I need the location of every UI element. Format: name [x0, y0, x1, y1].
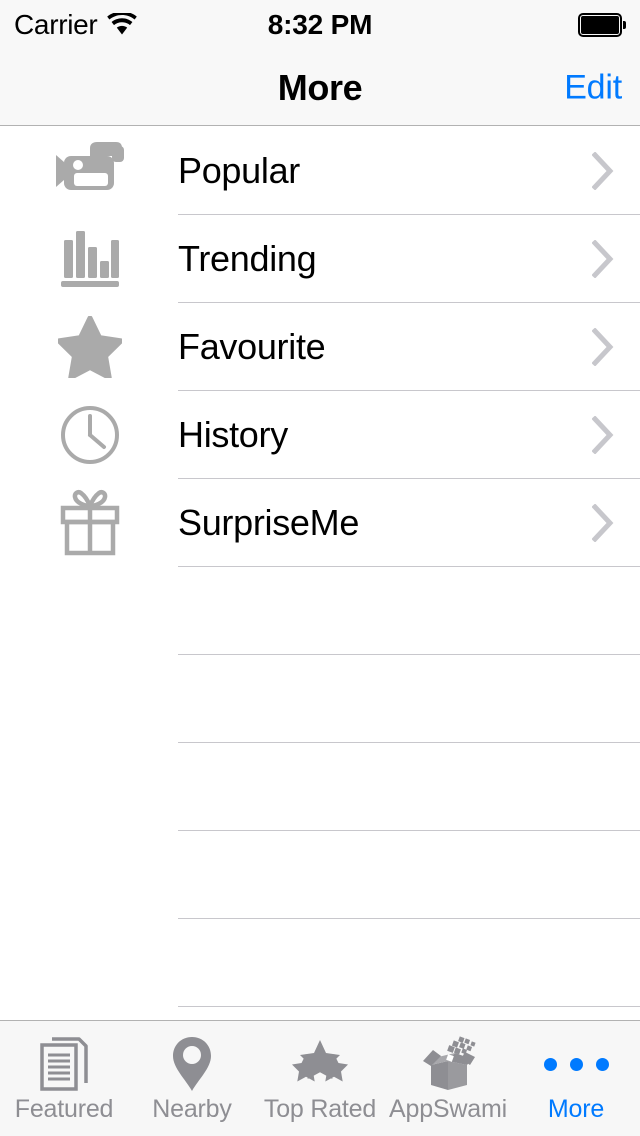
tab-top-rated[interactable]: Top Rated — [256, 1021, 384, 1136]
list-item-label: Favourite — [178, 326, 326, 367]
video-camera-icon — [48, 135, 132, 207]
edit-button[interactable]: Edit — [564, 68, 622, 107]
empty-row — [0, 655, 640, 743]
carrier-label: Carrier — [14, 9, 98, 40]
tab-label: Featured — [14, 1095, 114, 1123]
list-item-popular[interactable]: Popular — [0, 127, 640, 215]
tab-label: AppSwami — [389, 1095, 507, 1123]
list-item-label: History — [178, 414, 288, 455]
clock-label: 8:32 PM — [267, 9, 373, 40]
wifi-icon — [107, 11, 138, 37]
stars-icon — [288, 1035, 352, 1093]
tab-appswami[interactable]: AppSwami — [384, 1021, 512, 1136]
tab-more[interactable]: More — [512, 1021, 640, 1136]
chevron-right-icon — [591, 503, 614, 543]
tab-label: More — [547, 1095, 605, 1123]
status-bar: Carrier 8:32 PM — [0, 0, 640, 50]
ellipsis-icon — [543, 1035, 609, 1093]
tab-label: Top Rated — [263, 1095, 377, 1123]
empty-row — [0, 831, 640, 919]
list-item-favourite[interactable]: Favourite — [0, 303, 640, 391]
gift-icon — [48, 487, 132, 559]
chevron-right-icon — [591, 327, 614, 367]
list-item-trending[interactable]: Trending — [0, 215, 640, 303]
list-item-label: SurpriseMe — [178, 502, 360, 543]
battery-full-icon — [578, 13, 626, 37]
tab-nearby[interactable]: Nearby — [128, 1021, 256, 1136]
page-title: More — [277, 66, 363, 108]
empty-row — [0, 743, 640, 831]
star-icon — [48, 311, 132, 383]
navigation-bar: More Edit — [0, 50, 640, 126]
status-bar-right — [578, 13, 626, 37]
bar-chart-icon — [48, 223, 132, 295]
list-item-label: Trending — [178, 238, 317, 279]
more-list[interactable]: Popular Trending Favourite History Surpr… — [0, 127, 640, 1020]
empty-row — [0, 567, 640, 655]
empty-row — [0, 919, 640, 1007]
list-item-history[interactable]: History — [0, 391, 640, 479]
tab-featured[interactable]: Featured — [0, 1021, 128, 1136]
chevron-right-icon — [591, 415, 614, 455]
chevron-right-icon — [591, 239, 614, 279]
documents-icon — [32, 1035, 96, 1093]
open-box-icon — [416, 1035, 480, 1093]
status-bar-left: Carrier — [14, 9, 138, 40]
tab-label: Nearby — [152, 1095, 232, 1123]
clock-icon — [48, 399, 132, 471]
map-pin-icon — [160, 1035, 224, 1093]
chevron-right-icon — [591, 151, 614, 191]
tab-bar[interactable]: Featured Nearby Top Rated AppSwami More — [0, 1020, 640, 1136]
list-item-surpriseme[interactable]: SurpriseMe — [0, 479, 640, 567]
separator — [178, 1006, 640, 1007]
list-item-label: Popular — [178, 150, 300, 191]
app-screen: Carrier 8:32 PM More Edit Popular Trendi… — [0, 0, 640, 1136]
